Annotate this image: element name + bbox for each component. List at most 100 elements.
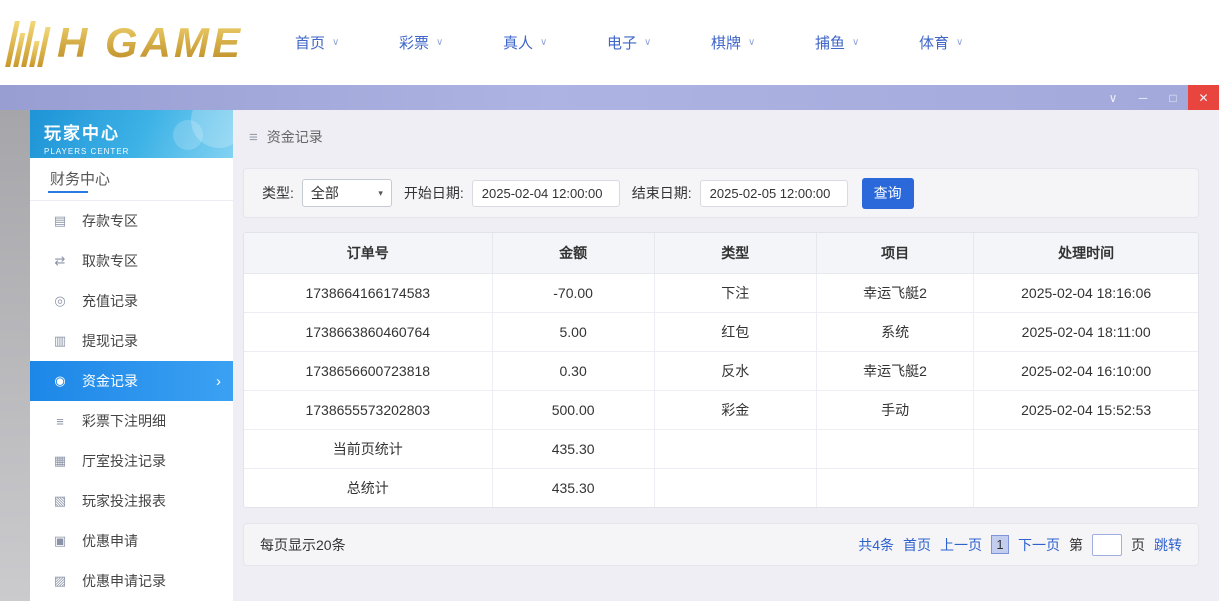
player-bet-report-icon: ▧ — [52, 493, 68, 509]
sidebar-item-hall-bet-records[interactable]: ▦ 厅室投注记录 — [30, 441, 233, 481]
type-filter-label: 类型: — [262, 183, 294, 203]
logo[interactable]: H GAME — [10, 19, 243, 67]
table-header-row: 订单号 金额 类型 项目 处理时间 — [244, 233, 1198, 273]
table-row: 1738655573202803 500.00 彩金 手动 2025-02-04… — [244, 390, 1198, 429]
sidebar-item-label: 优惠申请记录 — [82, 571, 166, 591]
nav-item-cards[interactable]: 棋牌 ∨ — [711, 32, 815, 53]
col-header-item: 项目 — [816, 233, 973, 273]
withdraw-icon: ⇄ — [52, 253, 68, 269]
sidebar: 玩家中心 PLAYERS CENTER 财务中心 ▤ 存款专区 ⇄ 取款专区 ◎… — [30, 110, 233, 601]
window-maximize-button[interactable]: □ — [1158, 85, 1188, 110]
promo-apply-icon: ▣ — [52, 533, 68, 549]
main-nav: 首页 ∨ 彩票 ∨ 真人 ∨ 电子 ∨ 棋牌 ∨ 捕鱼 ∨ — [295, 32, 1023, 53]
caret-down-icon: ▾ — [378, 188, 383, 199]
sidebar-item-withdraw-zone[interactable]: ⇄ 取款专区 — [30, 241, 233, 281]
nav-item-live[interactable]: 真人 ∨ — [503, 32, 607, 53]
nav-label: 真人 — [503, 32, 533, 53]
summary-label: 当前页统计 — [244, 429, 492, 468]
sidebar-item-player-bet-reports[interactable]: ▧ 玩家投注报表 — [30, 481, 233, 521]
players-center-header: 玩家中心 PLAYERS CENTER — [30, 110, 233, 158]
nav-label: 电子 — [607, 32, 637, 53]
total-summary-row: 总统计 435.30 — [244, 468, 1198, 507]
nav-item-sports[interactable]: 体育 ∨ — [919, 32, 1023, 53]
window-titlebar: ∨ ─ □ ✕ — [0, 85, 1219, 110]
page-title: 资金记录 — [267, 127, 323, 147]
summary-amount: 435.30 — [492, 429, 654, 468]
sidebar-item-label: 资金记录 — [82, 371, 138, 391]
breadcrumb: ≡ 资金记录 — [249, 124, 1199, 150]
cell-amount: 5.00 — [492, 312, 654, 351]
per-page-text: 每页显示20条 — [260, 535, 346, 555]
page-summary-row: 当前页统计 435.30 — [244, 429, 1198, 468]
page-number-input[interactable] — [1092, 534, 1122, 556]
end-date-input[interactable] — [700, 180, 848, 207]
chevron-right-icon: › — [216, 373, 221, 390]
nav-item-lottery[interactable]: 彩票 ∨ — [399, 32, 503, 53]
empty-cell — [974, 468, 1198, 507]
players-center-title: 玩家中心 — [44, 119, 233, 144]
sidebar-item-deposit-zone[interactable]: ▤ 存款专区 — [30, 201, 233, 241]
empty-cell — [654, 429, 816, 468]
cell-amount: 500.00 — [492, 390, 654, 429]
sidebar-item-label: 提现记录 — [82, 331, 138, 351]
nav-label: 首页 — [295, 32, 325, 53]
first-page-link[interactable]: 首页 — [903, 535, 931, 555]
page-suffix-text: 页 — [1131, 535, 1145, 555]
cell-item: 幸运飞艇2 — [816, 351, 973, 390]
logo-text: H GAME — [57, 19, 243, 67]
current-page-badge[interactable]: 1 — [991, 535, 1009, 554]
sidebar-item-lottery-bet-details[interactable]: ≡ 彩票下注明细 — [30, 401, 233, 441]
hall-bet-record-icon: ▦ — [52, 453, 68, 469]
empty-cell — [816, 468, 973, 507]
next-page-link[interactable]: 下一页 — [1018, 535, 1060, 555]
search-button[interactable]: 查询 — [862, 178, 914, 209]
deposit-icon: ▤ — [52, 213, 68, 229]
col-header-type: 类型 — [654, 233, 816, 273]
cell-order-no: 1738663860460764 — [244, 312, 492, 351]
page-prefix-text: 第 — [1069, 535, 1083, 555]
sidebar-item-withdrawal-records[interactable]: ▥ 提现记录 — [30, 321, 233, 361]
nav-item-slots[interactable]: 电子 ∨ — [607, 32, 711, 53]
promo-apply-record-icon: ▨ — [52, 573, 68, 589]
pagination-bar: 每页显示20条 共4条 首页 上一页 1 下一页 第 页 跳转 — [243, 523, 1199, 566]
nav-item-fishing[interactable]: 捕鱼 ∨ — [815, 32, 919, 53]
sidebar-item-label: 彩票下注明细 — [82, 411, 166, 431]
window-minimize-button[interactable]: ─ — [1128, 85, 1158, 110]
cell-type: 反水 — [654, 351, 816, 390]
cell-item: 系统 — [816, 312, 973, 351]
cell-time: 2025-02-04 16:10:00 — [974, 351, 1198, 390]
table-row: 1738663860460764 5.00 红包 系统 2025-02-04 1… — [244, 312, 1198, 351]
total-count-text: 共4条 — [858, 535, 894, 555]
nav-label: 彩票 — [399, 32, 429, 53]
sidebar-item-recharge-records[interactable]: ◎ 充值记录 — [30, 281, 233, 321]
table-row: 1738664166174583 -70.00 下注 幸运飞艇2 2025-02… — [244, 273, 1198, 312]
nav-item-home[interactable]: 首页 ∨ — [295, 32, 399, 53]
cell-amount: 0.30 — [492, 351, 654, 390]
sidebar-item-funds-records[interactable]: ◉ 资金记录 › — [30, 361, 233, 401]
sidebar-item-promo-apply[interactable]: ▣ 优惠申请 — [30, 521, 233, 561]
empty-cell — [974, 429, 1198, 468]
list-icon: ≡ — [249, 129, 258, 146]
start-date-input[interactable] — [472, 180, 620, 207]
prev-page-link[interactable]: 上一页 — [940, 535, 982, 555]
window-close-button[interactable]: ✕ — [1188, 85, 1219, 110]
sidebar-item-label: 厅室投注记录 — [82, 451, 166, 471]
col-header-order-no: 订单号 — [244, 233, 492, 273]
cell-item: 手动 — [816, 390, 973, 429]
window-collapse-button[interactable]: ∨ — [1098, 85, 1128, 110]
cell-order-no: 1738655573202803 — [244, 390, 492, 429]
finance-center-section-title: 财务中心 — [30, 158, 233, 201]
cell-type: 下注 — [654, 273, 816, 312]
sidebar-item-label: 充值记录 — [82, 291, 138, 311]
jump-link[interactable]: 跳转 — [1154, 535, 1182, 555]
chevron-down-icon: ∨ — [956, 37, 963, 48]
type-select[interactable]: 全部 ▾ — [302, 179, 392, 207]
background-gutter — [0, 110, 30, 601]
chevron-down-icon: ∨ — [332, 37, 339, 48]
sidebar-item-label: 存款专区 — [82, 211, 138, 231]
cell-order-no: 1738664166174583 — [244, 273, 492, 312]
screen: H GAME 首页 ∨ 彩票 ∨ 真人 ∨ 电子 ∨ 棋牌 ∨ — [0, 0, 1219, 601]
empty-cell — [654, 468, 816, 507]
col-header-amount: 金额 — [492, 233, 654, 273]
sidebar-item-promo-apply-records[interactable]: ▨ 优惠申请记录 — [30, 561, 233, 601]
